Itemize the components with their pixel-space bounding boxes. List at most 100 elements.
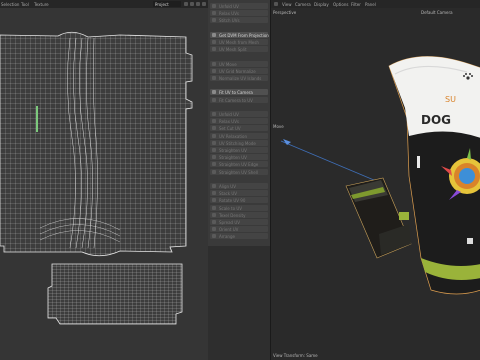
tool-item[interactable]: Arrange bbox=[210, 233, 268, 240]
tool-item[interactable]: Fit Camera to UV bbox=[210, 96, 268, 103]
uv-mode-dropdown[interactable]: Project ▾ bbox=[153, 1, 181, 7]
tool-icon bbox=[212, 18, 216, 23]
tool-label: Spread UV bbox=[219, 220, 241, 225]
tool-item[interactable]: UV Mesh Split bbox=[210, 46, 268, 53]
tool-label: UV Move bbox=[219, 61, 237, 67]
tool-item[interactable]: Relax UVs bbox=[210, 118, 268, 125]
tool-icon bbox=[212, 169, 216, 174]
tool-icon bbox=[212, 220, 216, 224]
viewport-scene[interactable]: SU DOG bbox=[271, 8, 480, 360]
tool-item[interactable]: Stack UV bbox=[210, 190, 268, 197]
tool-item[interactable]: UV Mesh from Mesh bbox=[210, 39, 268, 45]
tool-item[interactable]: Rotate UV 90 bbox=[210, 197, 268, 204]
tool-item[interactable]: UV Stitching Mode bbox=[210, 139, 268, 146]
tool-item[interactable]: Normalize UV Islands bbox=[210, 75, 268, 81]
tool-item[interactable]: Stitch UVs bbox=[210, 17, 268, 24]
tool-icon bbox=[212, 112, 216, 116]
tool-item[interactable]: Scale to UV bbox=[210, 204, 268, 211]
menu-camera[interactable]: Camera bbox=[295, 2, 311, 7]
tool-item[interactable]: Unfold UV bbox=[210, 3, 268, 9]
tool-label: Unfold UV bbox=[219, 112, 239, 117]
tool-icon bbox=[212, 4, 216, 8]
uv-island-bottom[interactable] bbox=[47, 263, 183, 325]
tool-item[interactable]: Spread UV bbox=[210, 219, 268, 225]
3d-viewport[interactable]: View Camera Display Options Filter Panel… bbox=[270, 0, 480, 360]
tool-label: Straighten UV Edge bbox=[219, 162, 259, 168]
tool-icon bbox=[212, 90, 216, 95]
menu-tool[interactable]: Tool bbox=[21, 2, 29, 7]
tool-icon bbox=[212, 155, 216, 160]
product-bag-lying[interactable] bbox=[345, 177, 412, 259]
tool-label: Orient UV bbox=[219, 227, 239, 233]
tool-item[interactable]: Fit UV to Camera bbox=[210, 89, 268, 96]
menu-panel[interactable]: Panel bbox=[365, 2, 376, 7]
tool-item[interactable]: Orient UV bbox=[210, 226, 268, 233]
tool-icon bbox=[212, 205, 216, 210]
tool-item[interactable]: UV Grid Normalize bbox=[210, 67, 268, 74]
brand-line-1: SU bbox=[445, 95, 456, 104]
tool-label: Scale to UV bbox=[219, 205, 242, 211]
tool-label: Fit Camera to UV bbox=[219, 97, 253, 103]
tool-icon bbox=[212, 227, 216, 232]
tool-item[interactable]: Relax UVs bbox=[210, 10, 268, 17]
tool-label: UV Stitching Mode bbox=[219, 140, 256, 146]
tool-label: Unfold UV bbox=[219, 4, 239, 9]
tool-label: UV Grid Normalize bbox=[219, 68, 256, 74]
tool-item[interactable]: Unfold UV bbox=[210, 111, 268, 117]
uv-layout-canvas[interactable] bbox=[0, 8, 208, 360]
close-icon[interactable] bbox=[202, 2, 206, 6]
uv-mode-value: Project bbox=[155, 2, 169, 7]
tool-item[interactable]: UV Move bbox=[210, 60, 268, 67]
tool-item[interactable]: Straighten UV bbox=[210, 154, 268, 161]
tool-icon bbox=[212, 76, 216, 80]
tool-icon bbox=[212, 40, 216, 44]
menu-options[interactable]: Options bbox=[333, 2, 348, 7]
tool-icon bbox=[212, 11, 216, 16]
tool-label: UV Mesh Split bbox=[219, 47, 247, 53]
product-bag-standing[interactable]: SU DOG bbox=[388, 56, 480, 295]
tool-item[interactable]: Set Cut UV bbox=[210, 125, 268, 132]
tool-label: UV Relaxation bbox=[219, 133, 248, 139]
tool-icon bbox=[212, 234, 216, 239]
settings-icon[interactable] bbox=[196, 2, 200, 6]
menu-texture[interactable]: Texture bbox=[34, 2, 49, 7]
tool-icon bbox=[212, 126, 216, 131]
tool-item[interactable]: Straighten UV bbox=[210, 147, 268, 153]
uv-island-main[interactable] bbox=[0, 31, 193, 257]
chevron-down-icon: ▾ bbox=[155, 2, 158, 7]
tool-icon bbox=[212, 212, 216, 217]
menu-filter[interactable]: Filter bbox=[351, 2, 361, 7]
tool-icon bbox=[212, 61, 216, 66]
tool-icon bbox=[212, 140, 216, 145]
brand-line-2: DOG bbox=[421, 113, 451, 127]
uv-editor-panel[interactable]: Selection Tool Texture Project ▾ bbox=[0, 0, 208, 360]
tool-icon bbox=[212, 198, 216, 203]
tool-label: Get DVM From Projection bbox=[219, 32, 269, 38]
tool-item[interactable]: Straighten UV Shell bbox=[210, 168, 268, 175]
tool-item[interactable]: UV Relaxation bbox=[210, 132, 268, 139]
uv-selection-marker bbox=[36, 106, 38, 132]
tool-icon bbox=[212, 191, 216, 196]
grid-icon[interactable] bbox=[184, 2, 188, 6]
viewport-menu-icon[interactable] bbox=[274, 2, 278, 6]
tool-icon bbox=[212, 162, 216, 167]
menu-selection[interactable]: Selection bbox=[1, 2, 19, 7]
tool-label: UV Mesh from Mesh bbox=[219, 40, 259, 45]
frame-icon[interactable] bbox=[190, 2, 194, 6]
tool-label: Align UV bbox=[219, 184, 236, 189]
menu-display[interactable]: Display bbox=[314, 2, 329, 7]
tool-icon bbox=[212, 184, 216, 188]
tool-label: Straighten UV bbox=[219, 148, 247, 153]
tool-label: Fit UV to Camera bbox=[219, 90, 253, 96]
tool-item[interactable]: Get DVM From Projection bbox=[210, 31, 269, 38]
tool-icon bbox=[212, 97, 216, 102]
tool-item[interactable]: Straighten UV Edge bbox=[210, 161, 268, 168]
menu-view[interactable]: View bbox=[282, 2, 292, 7]
tool-icon bbox=[212, 119, 216, 124]
tool-label: Relax UVs bbox=[219, 119, 240, 125]
tool-item[interactable]: Texel Density bbox=[210, 211, 268, 218]
tool-label: Stack UV bbox=[219, 191, 238, 197]
tool-label: Normalize UV Islands bbox=[219, 76, 262, 81]
bag-label-chip bbox=[417, 156, 420, 168]
tool-item[interactable]: Align UV bbox=[210, 183, 268, 189]
